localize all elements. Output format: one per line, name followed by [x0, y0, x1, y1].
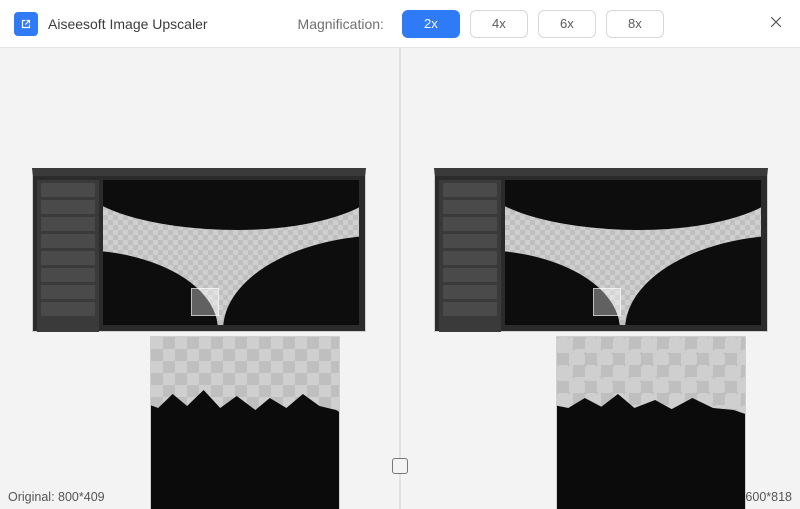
- app-title: Aiseesoft Image Upscaler: [48, 16, 208, 32]
- thumbnail-canvas: [103, 180, 359, 325]
- thumbnail-menu: [439, 180, 501, 332]
- original-caption: Original: 800*409: [4, 485, 109, 509]
- original-zoom-popout[interactable]: [150, 336, 340, 509]
- magnification-8x-button[interactable]: 8x: [606, 10, 664, 38]
- app-header: Aiseesoft Image Upscaler Magnification: …: [0, 0, 800, 48]
- close-icon: [767, 13, 785, 31]
- compare-area: Original: 800*409 1600*818: [0, 48, 800, 509]
- compare-slider-handle[interactable]: [392, 458, 408, 474]
- compare-divider: [400, 48, 401, 509]
- zoom-selection-box[interactable]: [191, 288, 219, 316]
- close-button[interactable]: [762, 8, 790, 36]
- upscaled-pane: 1600*818: [400, 48, 800, 509]
- original-pane: Original: 800*409: [0, 48, 400, 509]
- app-logo: [14, 12, 38, 36]
- thumbnail-canvas: [505, 180, 761, 325]
- magnification-4x-button[interactable]: 4x: [470, 10, 528, 38]
- upscale-arrow-icon: [19, 17, 33, 31]
- zoom-selection-box[interactable]: [593, 288, 621, 316]
- upscaled-zoom-popout[interactable]: [556, 336, 746, 509]
- magnification-label: Magnification:: [298, 16, 384, 32]
- magnification-group: 2x 4x 6x 8x: [402, 10, 664, 38]
- upscaled-thumbnail[interactable]: [434, 168, 768, 332]
- magnification-2x-button[interactable]: 2x: [402, 10, 460, 38]
- magnification-6x-button[interactable]: 6x: [538, 10, 596, 38]
- thumbnail-menu: [37, 180, 99, 332]
- original-thumbnail[interactable]: [32, 168, 366, 332]
